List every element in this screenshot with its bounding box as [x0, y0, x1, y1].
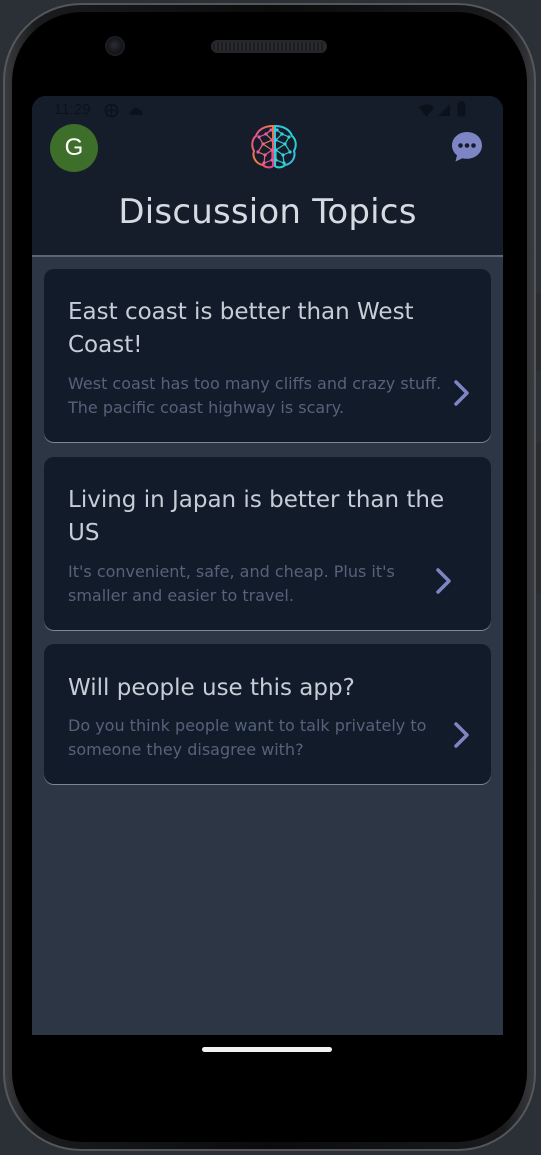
- topic-card[interactable]: Living in Japan is better than the US It…: [44, 457, 491, 630]
- chevron-right-icon: [454, 722, 469, 748]
- home-gesture-bar[interactable]: [202, 1047, 332, 1052]
- cloud-icon: [129, 107, 143, 115]
- volume-button: [536, 443, 541, 593]
- front-camera: [107, 38, 123, 54]
- topic-title: Will people use this app?: [68, 675, 355, 701]
- chat-bubble-icon[interactable]: [450, 130, 484, 164]
- app-screen: 11:29 G Discussion Topics East coast is …: [32, 96, 503, 1035]
- chevron-right-icon: [436, 568, 451, 594]
- topic-description: It's convenient, safe, and cheap. Plus i…: [68, 562, 395, 605]
- app-header: 11:29 G Discussion Topics: [32, 96, 503, 256]
- topic-title: Living in Japan is better than the US: [68, 487, 445, 546]
- power-button: [536, 293, 541, 371]
- wifi-icon: [418, 104, 435, 117]
- topic-title: East coast is better than West Coast!: [68, 299, 414, 358]
- avatar[interactable]: G: [50, 124, 98, 172]
- page-title: Discussion Topics: [118, 192, 417, 232]
- signal-icon: [438, 104, 450, 116]
- topic-description: Do you think people want to talk private…: [68, 716, 427, 759]
- chevron-right-icon: [454, 380, 469, 406]
- topic-card[interactable]: East coast is better than West Coast! We…: [44, 269, 491, 442]
- battery-icon: [457, 101, 466, 117]
- earpiece-speaker: [211, 40, 327, 53]
- topic-card[interactable]: Will people use this app? Do you think p…: [44, 644, 491, 784]
- status-time: 11:29: [54, 101, 91, 118]
- status-bar: 11:29: [32, 96, 503, 124]
- location-icon: [104, 103, 119, 118]
- header-divider: [32, 255, 503, 257]
- brain-icon: [251, 124, 297, 169]
- topic-description: West coast has too many cliffs and crazy…: [68, 374, 442, 417]
